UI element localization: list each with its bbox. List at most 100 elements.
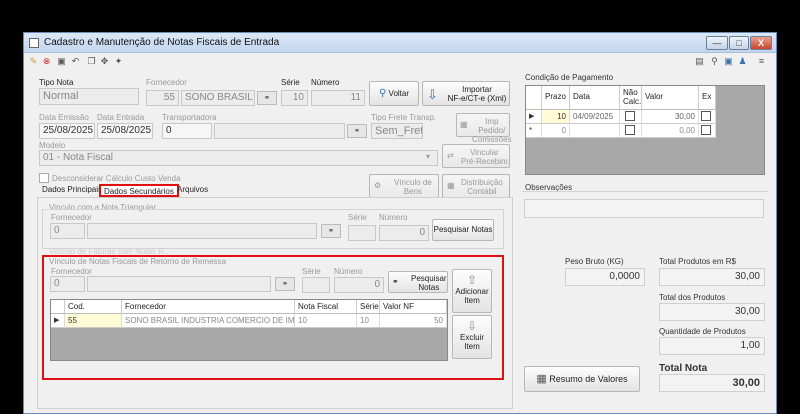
grid-icon[interactable]: ▤ (694, 56, 705, 67)
quantidade-produtos-field: 1,00 (659, 337, 765, 355)
pag-row1-data[interactable]: 04/09/2025 (570, 110, 620, 124)
fornecedor-name-field[interactable]: SONO BRASIL IN (181, 90, 255, 106)
save-icon[interactable]: ▣ (56, 56, 67, 67)
pag-row1-valor[interactable]: 30,00 (642, 110, 699, 124)
vincular-pre-recebimento-button[interactable]: ⇄ Vincular Pré-Recebim (442, 144, 510, 168)
pag-row1-marker[interactable]: ▶ (526, 110, 542, 124)
col-cod[interactable]: Cod. (65, 300, 122, 314)
edit-icon[interactable]: ✎ (28, 56, 39, 67)
tools-icon[interactable]: ✥ (99, 56, 110, 67)
transportadora-label: Transportadora (162, 113, 217, 122)
distribuicao-line2: Contábil (467, 187, 497, 196)
data-entrada-field[interactable]: 25/08/2025 (97, 123, 153, 139)
data-emissao-field[interactable]: 25/08/2025 (39, 123, 95, 139)
remessa-fornecedor-name[interactable] (87, 276, 271, 292)
resumo-valores-button[interactable]: ▦ Resumo de Valores (524, 366, 640, 392)
remessa-search-icon[interactable]: ⚭ (275, 277, 295, 291)
importar-nfe-button[interactable]: ⇩ Importar NF-e/CT-e (Xml) (422, 81, 510, 106)
user-icon[interactable]: ♟ (737, 56, 748, 67)
cell-cod[interactable]: 55 (65, 314, 122, 328)
triangular-search-icon[interactable]: ⚭ (321, 224, 341, 238)
tab-dados-secundarios[interactable]: Dados Secundários (99, 184, 179, 197)
cell-serie[interactable]: 10 (357, 314, 380, 328)
pag-row1-naocalc-checkbox[interactable] (625, 111, 635, 121)
fornecedor-code-field[interactable]: 55 (146, 90, 179, 106)
col-fornecedor[interactable]: Fornecedor (122, 300, 295, 314)
peso-bruto-field[interactable]: 0,0000 (565, 268, 645, 286)
importar-line1: Importar (462, 85, 492, 94)
remessa-pesquisar-button[interactable]: ⚭ Pesquisar Notas (388, 271, 448, 293)
copy-icon[interactable]: ❐ (86, 56, 97, 67)
pag-row2-data[interactable] (570, 124, 620, 138)
triangular-serie-field[interactable] (348, 225, 376, 241)
col-nota-fiscal[interactable]: Nota Fiscal (295, 300, 357, 314)
quantidade-produtos-label: Quantidade de Produtos (659, 327, 746, 336)
importar-label-wrap: Importar NF-e/CT-e (Xml) (445, 85, 509, 103)
vinculo-bens-button[interactable]: ⚙ Vínculo de Bens (369, 174, 439, 198)
col-serie[interactable]: Série (357, 300, 380, 314)
fornecedor-search-icon[interactable]: ⚭ (257, 91, 277, 105)
transportadora-search-icon[interactable]: ⚭ (347, 124, 367, 138)
total-produtos-field: 30,00 (659, 303, 765, 321)
modelo-select[interactable]: 01 - Nota Fiscal (39, 150, 438, 166)
close-button[interactable]: X (750, 36, 772, 50)
vincular-line2: Pré-Recebim (461, 157, 508, 166)
excluir-item-button[interactable]: ⇩ Excluir Item (452, 315, 492, 359)
cancel-icon[interactable]: ⊗ (41, 56, 52, 67)
window-title: Cadastro e Manutenção de Notas Fiscais d… (44, 37, 280, 48)
modelo-dropdown-icon[interactable]: ▾ (426, 152, 430, 161)
numero-label: Número (311, 78, 340, 87)
remessa-pesquisar-line2: Notas (418, 283, 440, 292)
distribuicao-contabil-button[interactable]: ▦ Distribuição Contábil (442, 174, 510, 198)
pag-row1-ex-checkbox[interactable] (701, 111, 711, 121)
transportadora-code-field[interactable]: 0 (162, 123, 212, 139)
pag-row1-prazo[interactable]: 10 (542, 110, 570, 124)
window-icon (29, 38, 39, 48)
imp-pedido-line1: Imp Pedido/ (478, 117, 506, 135)
imp-pedido-button[interactable]: ▦ Imp Pedido/ Comissões (456, 113, 512, 144)
pag-row2-naocalc-checkbox[interactable] (625, 125, 635, 135)
menu-icon[interactable]: ≡ (756, 56, 767, 67)
triangular-numero-field[interactable]: 0 (379, 225, 429, 241)
col-data[interactable]: Data (570, 86, 620, 110)
remessa-serie-field[interactable] (302, 277, 330, 293)
search-icon[interactable]: ⚲ (709, 56, 720, 67)
remessa-fornecedor-label: Fornecedor (51, 267, 92, 276)
tipo-nota-label: Tipo Nota (39, 78, 74, 87)
distribuicao-icon: ▦ (447, 181, 455, 190)
observacoes-field[interactable] (524, 199, 764, 218)
undo-icon[interactable]: ↶ (70, 56, 81, 67)
cell-fornecedor[interactable]: SONO BRASIL INDUSTRIA COMERCIO DE IM... (122, 314, 295, 328)
col-ex[interactable]: Ex (699, 86, 716, 110)
serie-field[interactable]: 10 (281, 90, 308, 106)
pesquisar-notas-button[interactable]: Pesquisar Notas (432, 219, 494, 241)
adicionar-item-button[interactable]: ⇧ Adicionar Item (452, 269, 492, 313)
pag-row2-marker[interactable]: * (526, 124, 542, 138)
numero-field[interactable]: 11 (311, 90, 365, 106)
wand-icon[interactable]: ✦ (113, 56, 124, 67)
cell-nota-fiscal[interactable]: 10 (295, 314, 357, 328)
tab-arquivos[interactable]: Arquivos (174, 184, 211, 197)
transportadora-name-field[interactable] (214, 123, 345, 139)
pag-row2-prazo[interactable]: 0 (542, 124, 570, 138)
minimize-button[interactable]: — (706, 36, 728, 50)
triangular-fornecedor-code[interactable]: 0 (50, 223, 85, 239)
row-selector-icon[interactable]: ▶ (51, 314, 65, 328)
tipo-frete-select[interactable]: Sem_Frete (371, 123, 423, 139)
tab-dados-principais[interactable]: Dados Principais (39, 184, 105, 197)
pag-row2-ex-checkbox[interactable] (701, 125, 711, 135)
col-valor[interactable]: Valor (642, 86, 699, 110)
col-nao-calc[interactable]: Não Calc. (620, 86, 642, 110)
window-icon-blue[interactable]: ▣ (723, 56, 734, 67)
cell-valor-nf[interactable]: 50 (380, 314, 447, 328)
maximize-button[interactable]: □ (729, 36, 749, 50)
remessa-fornecedor-code[interactable]: 0 (50, 276, 85, 292)
tipo-nota-select[interactable]: Normal (39, 88, 139, 105)
col-prazo[interactable]: Prazo (542, 86, 570, 110)
col-valor-nf[interactable]: Valor NF (380, 300, 447, 314)
pag-row2-valor[interactable]: 0,00 (642, 124, 699, 138)
triangular-fornecedor-name[interactable] (87, 223, 317, 239)
remessa-numero-field[interactable]: 0 (334, 277, 384, 293)
desconsiderar-checkbox[interactable] (39, 173, 49, 183)
voltar-button[interactable]: ⚲ Voltar (369, 81, 419, 106)
